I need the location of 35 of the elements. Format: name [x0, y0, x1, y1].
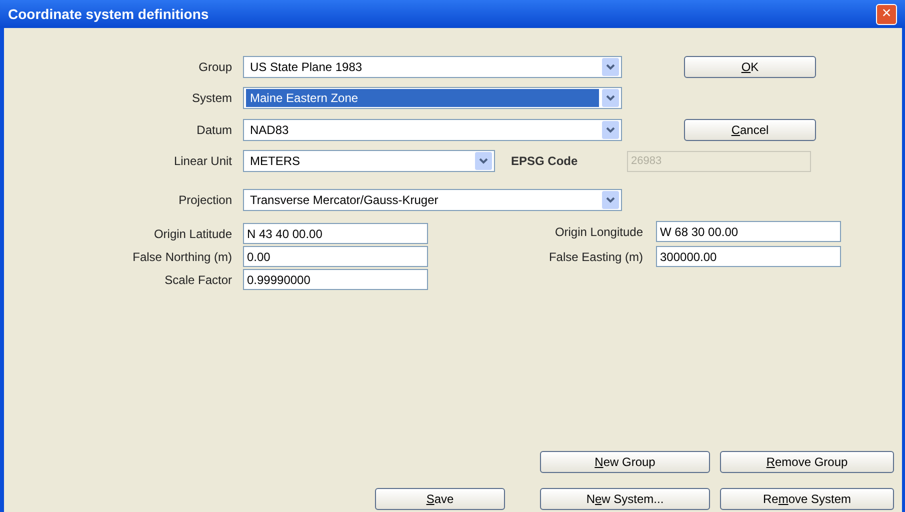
- input-field[interactable]: N 43 40 00.00: [243, 223, 428, 244]
- dropdown[interactable]: US State Plane 1983: [243, 56, 622, 78]
- field-label: Projection: [178, 192, 232, 209]
- field-label: System: [190, 90, 232, 107]
- window-title: Coordinate system definitions: [8, 4, 209, 24]
- remove-system-button[interactable]: Remove System: [720, 488, 894, 510]
- field-label: Scale Factor: [164, 272, 232, 288]
- field-label: Group: [198, 59, 232, 76]
- field-label: Origin Latitude: [152, 226, 232, 242]
- input-field[interactable]: W 68 30 00.00: [656, 221, 841, 242]
- dropdown[interactable]: METERS: [243, 150, 495, 172]
- save-button[interactable]: Save: [375, 488, 505, 510]
- chevron-down-icon[interactable]: [602, 121, 619, 139]
- input-field[interactable]: 0.99990000: [243, 269, 428, 290]
- field-label: False Northing (m): [132, 248, 232, 266]
- input-field[interactable]: 300000.00: [656, 246, 841, 267]
- chevron-down-icon[interactable]: [602, 58, 619, 76]
- dropdown[interactable]: Transverse Mercator/Gauss-Kruger: [243, 189, 622, 211]
- input-field[interactable]: 0.00: [243, 246, 428, 267]
- dropdown[interactable]: Maine Eastern Zone: [243, 87, 622, 109]
- cancel-button[interactable]: Cancel: [684, 119, 816, 141]
- field-label: Linear Unit: [172, 153, 232, 170]
- chevron-down-icon[interactable]: [602, 191, 619, 209]
- close-button[interactable]: ×: [876, 4, 897, 24]
- remove-group-button[interactable]: Remove Group: [720, 451, 894, 473]
- new-system-button[interactable]: New System...: [540, 488, 710, 510]
- field-label: Datum: [196, 122, 232, 139]
- field-label: False Easting (m): [548, 248, 643, 266]
- chevron-down-icon[interactable]: [475, 152, 492, 170]
- dropdown[interactable]: NAD83: [243, 119, 622, 141]
- chevron-down-icon[interactable]: [602, 89, 619, 107]
- ok-button[interactable]: OK: [684, 56, 816, 78]
- new-group-button[interactable]: New Group: [540, 451, 710, 473]
- field-label: EPSG Code: [511, 153, 579, 170]
- field-label: Origin Longitude: [554, 224, 643, 240]
